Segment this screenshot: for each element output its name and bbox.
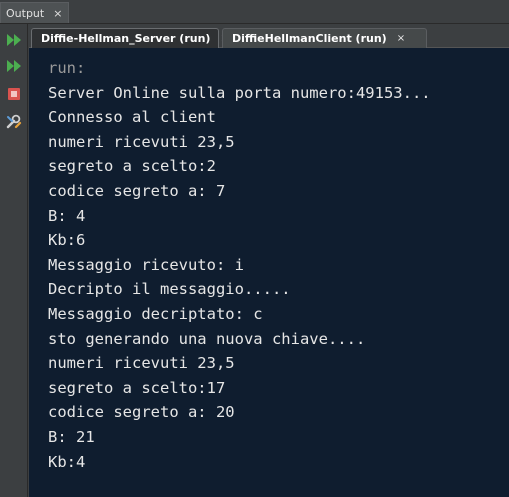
console-output[interactable]: run: Server Online sulla porta numero:49… [29, 48, 509, 497]
console-line: codice segreto a: 7 [48, 181, 226, 200]
rerun-with-options-button[interactable] [4, 56, 24, 76]
output-panel-tab[interactable]: Output × [0, 2, 70, 23]
settings-button[interactable] [4, 112, 24, 132]
rerun-button[interactable] [4, 30, 24, 50]
close-icon[interactable]: × [53, 8, 62, 19]
console-line: Messaggio decriptato: c [48, 304, 263, 323]
console-line: Decripto il messaggio..... [48, 280, 291, 299]
console-line: segreto a scelto:17 [48, 378, 226, 397]
console-line: Server Online sulla porta numero:49153..… [48, 83, 431, 102]
console-line: Connesso al client [48, 108, 216, 127]
console-line: numeri ricevuti 23,5 [48, 354, 235, 373]
console-line: numeri ricevuti 23,5 [48, 132, 235, 151]
console-line: B: 21 [48, 427, 95, 446]
rerun-icon [7, 34, 21, 46]
console-line: Kb:4 [48, 452, 86, 471]
console-line: Messaggio ricevuto: i [48, 255, 244, 274]
run-tabs: Diffie-Hellman_Server (run) × DiffieHell… [29, 24, 509, 48]
tab-diffie-hellman-client[interactable]: DiffieHellmanClient (run) × [222, 28, 427, 48]
stop-button[interactable] [4, 84, 24, 104]
console-line: Kb:6 [48, 231, 86, 250]
close-icon[interactable]: × [397, 33, 405, 44]
output-window: Output × Diffie-Hellman_Server (run) Dif… [0, 0, 509, 497]
console-line: codice segreto a: 20 [48, 403, 235, 422]
output-toolbar [0, 24, 28, 497]
stop-icon [8, 88, 20, 100]
rerun-with-options-icon [7, 60, 21, 72]
console-line: segreto a scelto:2 [48, 157, 216, 176]
settings-icon [6, 114, 22, 129]
tab-diffie-hellman-server[interactable]: Diffie-Hellman_Server (run) × [31, 28, 229, 48]
console-lines: run: Server Online sulla porta numero:49… [48, 56, 431, 474]
output-title-bar: Output × [0, 0, 509, 24]
tab-label: Diffie-Hellman_Server (run) [41, 32, 211, 45]
console-line: run: [48, 59, 86, 77]
console-line: B: 4 [48, 206, 86, 225]
tab-label: DiffieHellmanClient (run) [232, 32, 387, 45]
output-panel-title: Output [6, 6, 45, 20]
console-line: sto generando una nuova chiave.... [48, 329, 366, 348]
